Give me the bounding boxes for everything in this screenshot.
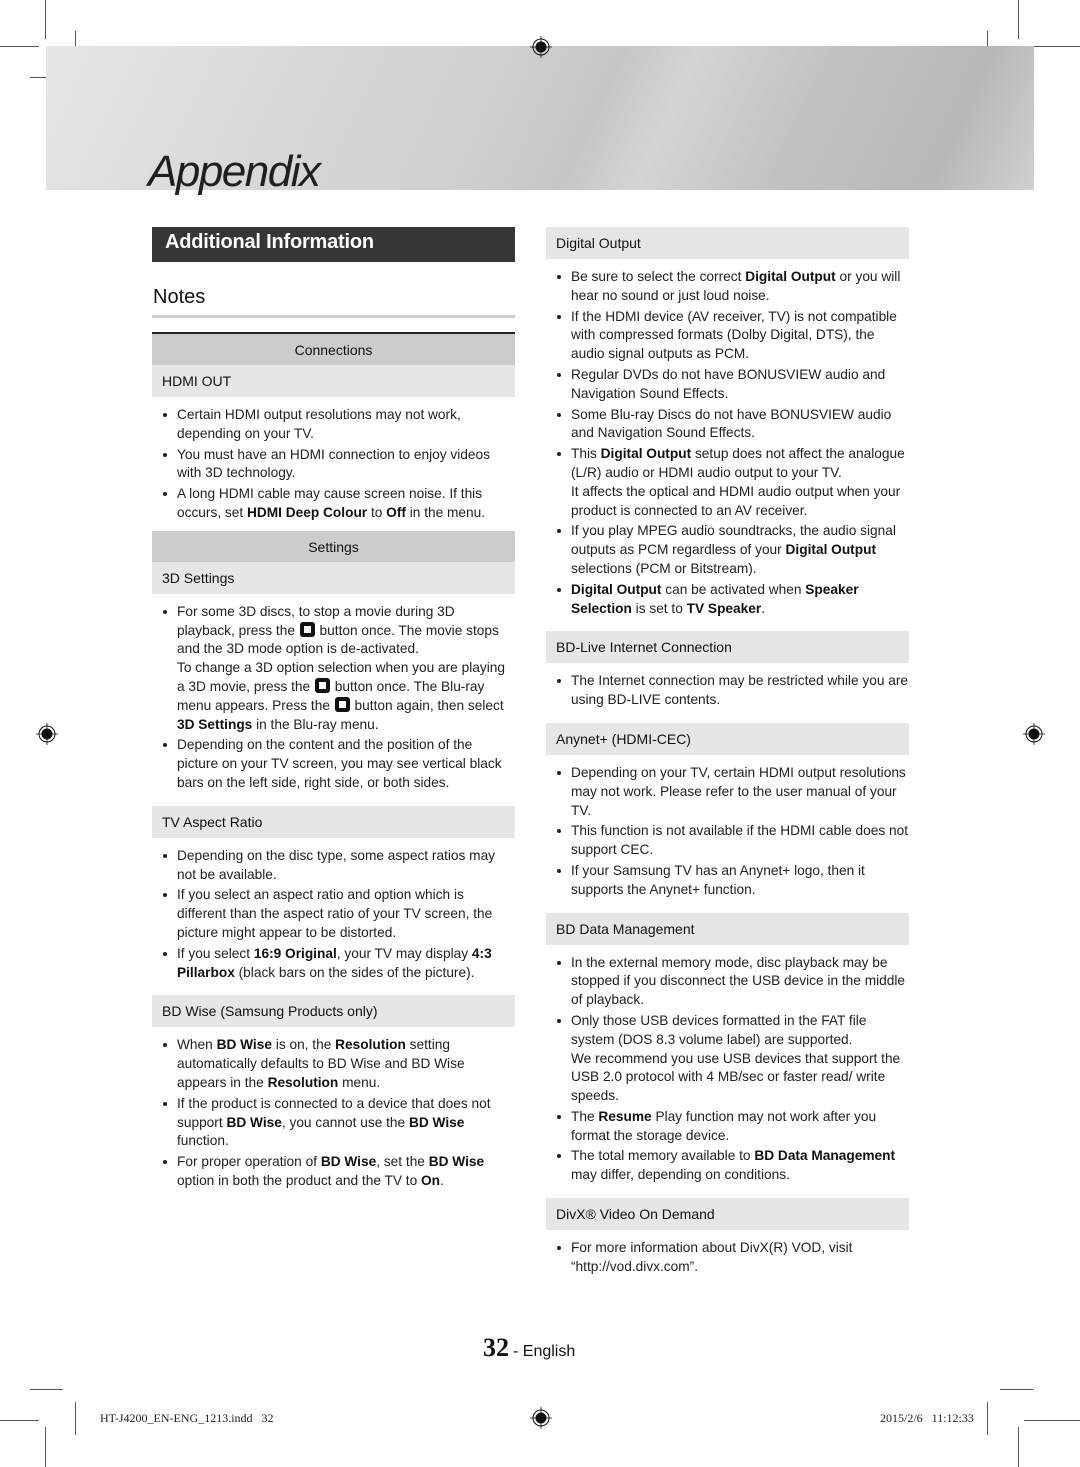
bullet-item: Depending on the content and the positio… <box>152 736 515 792</box>
bullet-list: For some 3D discs, to stop a movie durin… <box>152 603 515 793</box>
bold-term: HDMI Deep Colour <box>246 504 368 520</box>
section-title: Additional Information <box>152 227 515 262</box>
bold-term: 16:9 Original <box>253 945 337 961</box>
bold-term: Off <box>386 504 406 520</box>
bullet-list: Depending on the disc type, some aspect … <box>152 847 515 983</box>
bullet-item: This function is not available if the HD… <box>546 822 909 860</box>
bullet-item: Some Blu-ray Discs do not have BONUSVIEW… <box>546 406 909 444</box>
bold-term: BD Data Management <box>754 1148 896 1164</box>
bullet-item: If the product is connected to a device … <box>152 1095 515 1151</box>
crop-mark <box>75 1402 76 1435</box>
bullet-item: The Resume Play function may not work af… <box>546 1108 909 1146</box>
crop-mark <box>0 1420 39 1421</box>
bullet-item: If you select an aspect ratio and option… <box>152 886 515 942</box>
bullet-item: When BD Wise is on, the Resolution setti… <box>152 1036 515 1092</box>
bullet-item: A long HDMI cable may cause screen noise… <box>152 485 515 523</box>
stop-button-icon <box>334 696 350 712</box>
crop-mark <box>0 46 39 47</box>
subsection-header: DivX® Video On Demand <box>546 1198 909 1231</box>
bullet-item: This Digital Output setup does not affec… <box>546 445 909 520</box>
crop-mark <box>1018 1427 1019 1467</box>
bold-term: BD Wise <box>320 1154 377 1170</box>
crop-mark <box>1000 1389 1033 1390</box>
left-column: Additional Information Notes Connections… <box>152 227 515 1193</box>
bullet-item: If you play MPEG audio soundtracks, the … <box>546 522 909 578</box>
notes-groups: Connections HDMI OUT Certain HDMI output r… <box>152 334 515 1191</box>
subsection-header: BD Wise (Samsung Products only) <box>152 995 515 1028</box>
file-slug: HT-J4200_EN-ENG_1213.indd 32 <box>100 1411 274 1425</box>
subsection-header: 3D Settings <box>152 561 515 594</box>
divider <box>152 315 515 318</box>
stop-button-icon <box>299 621 315 637</box>
notes-heading: Notes <box>153 286 206 308</box>
page-number: 32- English <box>483 1333 575 1363</box>
print-timestamp: 2015/2/6 11:12:33 <box>880 1411 974 1425</box>
notes-groups: Digital Output Be sure to select the corr… <box>546 227 909 1277</box>
bullet-item: Depending on the disc type, some aspect … <box>152 847 515 885</box>
bold-term: Resolution <box>267 1074 339 1090</box>
bullet-list: Be sure to select the correct Digital Ou… <box>546 268 909 618</box>
bullet-item: For more information about DivX(R) VOD, … <box>546 1239 909 1277</box>
registration-target-icon <box>530 36 552 58</box>
registration-target-icon <box>1023 723 1045 745</box>
page-number-value: 32 <box>483 1333 509 1362</box>
bold-term: Digital Output <box>600 446 692 462</box>
bold-term: Resume <box>598 1108 652 1124</box>
bold-term: Digital Output <box>745 269 836 284</box>
bullet-list: The Internet connection may be restricte… <box>546 672 909 710</box>
bullet-item: Regular DVDs do not have BONUSVIEW audio… <box>546 366 909 404</box>
page-language: - English <box>513 1343 576 1360</box>
bullet-item: Only those USB devices formatted in the … <box>546 1012 909 1106</box>
bold-term: On <box>421 1172 441 1188</box>
bullet-list: In the external memory mode, disc playba… <box>546 954 909 1186</box>
bold-term: Digital Output <box>571 581 662 597</box>
bold-term: Digital Output <box>785 542 877 558</box>
bullet-item: In the external memory mode, disc playba… <box>546 954 909 1010</box>
registration-target-icon <box>36 723 58 745</box>
bullet-item: For some 3D discs, to stop a movie durin… <box>152 603 515 735</box>
bullet-item: The Internet connection may be restricte… <box>546 672 909 710</box>
bullet-item: Be sure to select the correct Digital Ou… <box>546 268 909 306</box>
bullet-list: Certain HDMI output resolutions may not … <box>152 406 515 523</box>
bullet-list: For more information about DivX(R) VOD, … <box>546 1239 909 1277</box>
subsection-header: TV Aspect Ratio <box>152 805 515 838</box>
crop-mark <box>45 1427 46 1467</box>
registration-target-icon <box>530 1407 552 1429</box>
bullet-item: The total memory available to BD Data Ma… <box>546 1147 909 1185</box>
crop-mark <box>30 1389 63 1390</box>
bullet-item: If you select 16:9 Original, your TV may… <box>152 945 515 983</box>
bold-term: Resolution <box>335 1037 406 1053</box>
subsection-header: Anynet+ (HDMI-CEC) <box>546 722 909 755</box>
subsection-header: HDMI OUT <box>152 365 515 397</box>
subsection-header: Digital Output <box>546 227 909 259</box>
bullet-list: Depending on your TV, certain HDMI outpu… <box>546 764 909 900</box>
crop-mark <box>45 0 46 39</box>
category-header: Settings <box>152 530 515 562</box>
category-header: Connections <box>152 334 515 365</box>
bullet-item: You must have an HDMI connection to enjo… <box>152 446 515 484</box>
bold-term: BD Wise <box>408 1114 465 1130</box>
subsection-header: BD-Live Internet Connection <box>546 631 909 664</box>
bold-term: BD Wise <box>428 1154 485 1170</box>
bold-term: BD Wise <box>226 1114 282 1130</box>
bold-term: 3D Settings <box>177 716 253 732</box>
bold-term: TV Speaker <box>686 600 762 616</box>
subsection-header: BD Data Management <box>546 912 909 945</box>
stop-button-icon <box>314 677 330 693</box>
crop-mark <box>987 1402 988 1435</box>
bullet-item: For proper operation of BD Wise, set the… <box>152 1153 515 1191</box>
bullet-item: If the HDMI device (AV receiver, TV) is … <box>546 308 909 364</box>
bullet-list: When BD Wise is on, the Resolution setti… <box>152 1036 515 1190</box>
bullet-item: Depending on your TV, certain HDMI outpu… <box>546 764 909 820</box>
crop-mark <box>1018 0 1019 39</box>
crop-mark <box>1024 1420 1080 1421</box>
bullet-item: Certain HDMI output resolutions may not … <box>152 406 515 444</box>
right-column: Digital Output Be sure to select the corr… <box>546 227 909 1279</box>
bold-term: BD Wise <box>216 1037 272 1053</box>
bullet-item: Digital Output can be activated when Spe… <box>546 581 909 619</box>
bullet-item: If your Samsung TV has an Anynet+ logo, … <box>546 862 909 900</box>
chapter-title: Appendix <box>148 147 321 196</box>
